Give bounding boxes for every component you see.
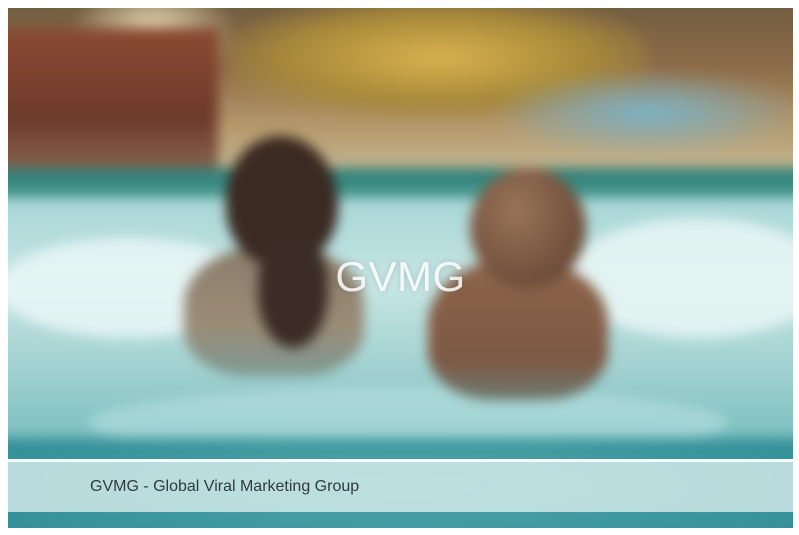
slide-caption[interactable]: GVMG - Global Viral Marketing Group bbox=[90, 478, 359, 496]
photo-building bbox=[8, 28, 218, 178]
photo-blue-structure bbox=[488, 68, 793, 158]
slide-overlay-title: GVMG bbox=[335, 253, 466, 300]
slide-image[interactable]: GVMG bbox=[8, 8, 793, 528]
